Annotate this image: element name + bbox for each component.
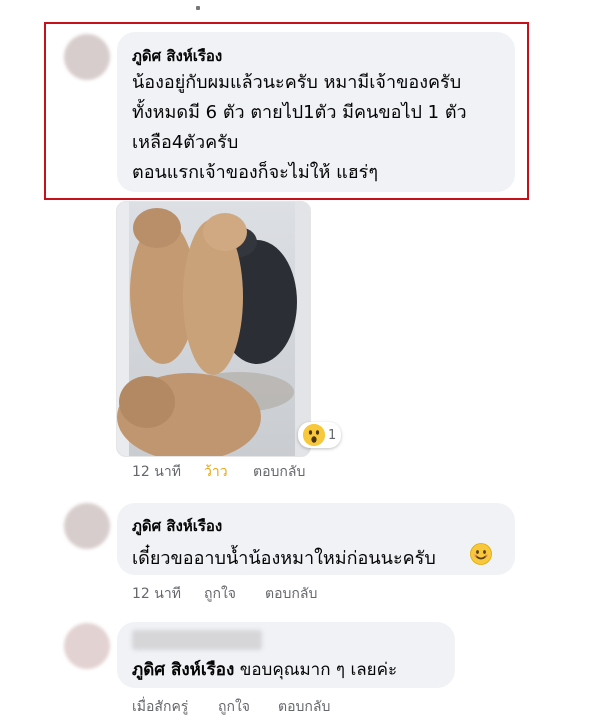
reply-button[interactable]: ตอบกลับ	[253, 461, 305, 483]
wow-reaction-button[interactable]: ว้าว	[204, 461, 228, 483]
mention-link[interactable]: ภูดิศ สิงห์เรือง	[132, 660, 234, 680]
highlight-box	[44, 22, 529, 200]
comment-photo[interactable]	[116, 201, 311, 457]
comment-text: ภูดิศ สิงห์เรือง ขอบคุณมาก ๆ เลยค่ะ	[132, 656, 397, 683]
comment-time[interactable]: เมื่อสักครู่	[132, 696, 188, 718]
top-edge-mark	[196, 6, 200, 10]
comment-meta: เมื่อสักครู่ ถูกใจ ตอบกลับ	[132, 696, 372, 716]
like-button[interactable]: ถูกใจ	[204, 583, 236, 605]
wow-emoji-icon	[303, 424, 325, 446]
comment-body: ขอบคุณมาก ๆ เลยค่ะ	[239, 660, 398, 680]
reaction-count: 1	[328, 427, 337, 443]
comment-bubble: ภูดิศ สิงห์เรือง ขอบคุณมาก ๆ เลยค่ะ	[117, 622, 455, 688]
reply-button[interactable]: ตอบกลับ	[278, 696, 330, 718]
reply-button[interactable]: ตอบกลับ	[265, 583, 317, 605]
comment-author[interactable]: ภูดิศ สิงห์เรือง	[132, 514, 222, 538]
smile-emoji-icon	[470, 543, 492, 565]
comment-text: เดี๋ยวขออาบน้ำน้องหมาใหม่ก่อนนะครับ	[132, 548, 436, 569]
comment-avatar[interactable]	[64, 503, 110, 549]
comment-time[interactable]: 12 นาที	[132, 583, 181, 605]
puppies-photo	[117, 202, 310, 456]
like-button[interactable]: ถูกใจ	[218, 696, 250, 718]
comment-time[interactable]: 12 นาที	[132, 461, 181, 483]
comment-meta: 12 นาที ว้าว ตอบกลับ	[132, 461, 352, 481]
photo-reaction[interactable]: 1	[298, 422, 342, 448]
comment-avatar[interactable]	[64, 623, 110, 669]
blurred-author-name[interactable]	[132, 630, 262, 650]
comment-bubble: ภูดิศ สิงห์เรือง เดี๋ยวขออาบน้ำน้องหมาให…	[117, 503, 515, 575]
comment-meta: 12 นาที ถูกใจ ตอบกลับ	[132, 583, 352, 603]
